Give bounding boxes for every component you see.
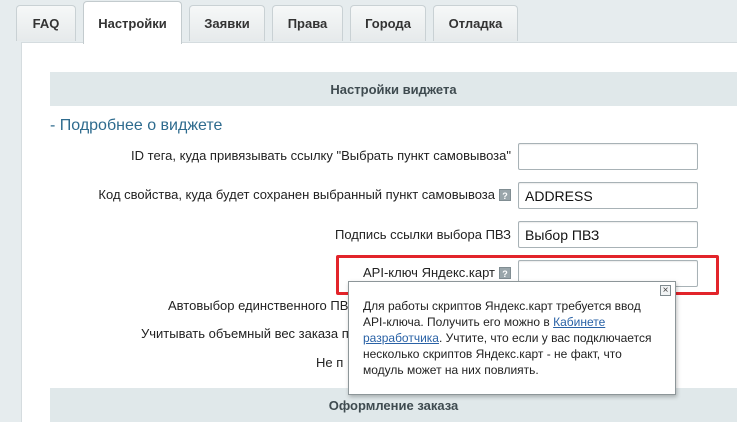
field-label-text: ID тега, куда привязывать ссылку "Выбрат… [131,148,511,163]
field-label-text: API-ключ Яндекс.карт [363,265,495,280]
field-label-text: Код свойства, куда будет сохранен выбран… [98,187,495,202]
not-label: Не п [316,355,344,370]
volume-weight-label: Учитывать объемный вес заказа п [141,326,349,341]
tab-cities[interactable]: Города [350,5,426,41]
section-widget-settings: Настройки виджета [50,72,737,106]
tag-id-input[interactable] [518,143,698,170]
help-icon[interactable]: ? [499,266,511,279]
close-icon[interactable]: × [660,285,671,296]
tab-faq[interactable]: FAQ [16,5,76,41]
field-label-property-code: Код свойства, куда будет сохранен выбран… [98,187,511,202]
tab-settings[interactable]: Настройки [83,1,182,44]
field-label-api-key: API-ключ Яндекс.карт ? [363,265,511,280]
tab-rights[interactable]: Права [272,5,343,41]
section-title: Оформление заказа [328,397,459,413]
autoselect-label: Автовыбор единственного ПВ [168,298,349,313]
tab-bar: FAQ Настройки Заявки Права Города Отладк… [0,0,737,44]
property-code-input[interactable] [518,182,698,209]
field-label-link-caption: Подпись ссылки выбора ПВЗ [335,227,511,242]
section-title: Настройки виджета [330,81,457,97]
field-label-text: Подпись ссылки выбора ПВЗ [335,227,511,242]
field-label-tag-id: ID тега, куда привязывать ссылку "Выбрат… [131,148,511,163]
link-caption-input[interactable] [518,221,698,248]
help-icon[interactable]: ? [499,188,511,201]
tab-requests[interactable]: Заявки [189,5,265,41]
api-key-tooltip: × Для работы скриптов Яндекс.карт требуе… [348,281,676,395]
tab-debug[interactable]: Отладка [433,5,518,41]
more-about-widget-link[interactable]: - Подробнее о виджете [50,117,222,135]
